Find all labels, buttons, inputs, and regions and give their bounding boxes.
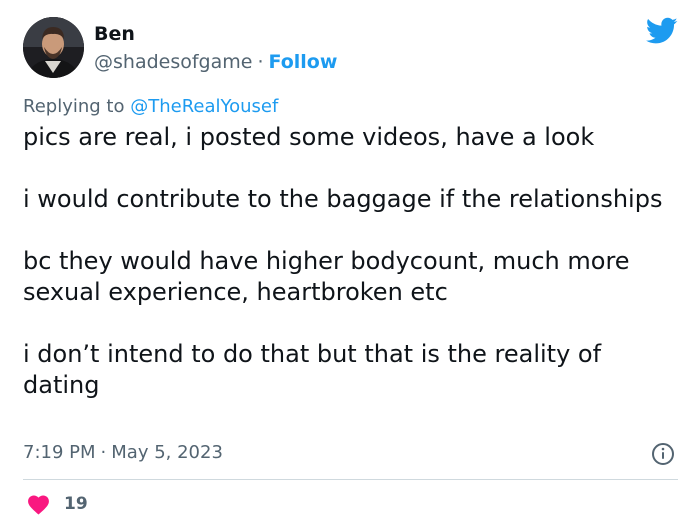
replying-to: Replying to @TheRealYousef [23, 96, 278, 118]
tweet-card: Ben @shadesofgame · Follow Replying to @Th… [0, 0, 700, 532]
author-name[interactable]: Ben [94, 22, 337, 46]
author-info: Ben @shadesofgame · Follow [94, 22, 337, 74]
tweet-paragraph: i don’t intend to do that but that is th… [23, 340, 602, 399]
info-icon[interactable] [651, 442, 675, 466]
tweet-paragraph: bc they would have higher bodycount, muc… [23, 247, 630, 306]
like-count: 19 [64, 493, 88, 514]
divider [23, 479, 678, 480]
separator-dot: · [257, 51, 264, 73]
author-handle-row: @shadesofgame · Follow [94, 50, 337, 74]
separator-dot: · [100, 442, 107, 463]
tweet-paragraph: i would contribute to the baggage if the… [23, 185, 663, 213]
replying-label: Replying to [23, 96, 125, 117]
avatar-image [23, 17, 84, 78]
tweet-date: May 5, 2023 [111, 442, 223, 463]
follow-button[interactable]: Follow [269, 51, 338, 73]
tweet-timestamp[interactable]: 7:19 PM · May 5, 2023 [23, 441, 223, 465]
heart-icon [28, 495, 49, 515]
author-handle[interactable]: @shadesofgame [94, 51, 252, 73]
twitter-bird-icon[interactable] [646, 17, 678, 45]
tweet-text: pics are real, i posted some videos, hav… [23, 122, 683, 401]
like-button[interactable]: 19 [26, 492, 88, 515]
tweet-time: 7:19 PM [23, 442, 96, 463]
tweet-paragraph: pics are real, i posted some videos, hav… [23, 123, 595, 151]
avatar[interactable] [23, 17, 84, 78]
reply-mention-link[interactable]: @TheRealYousef [130, 96, 278, 117]
